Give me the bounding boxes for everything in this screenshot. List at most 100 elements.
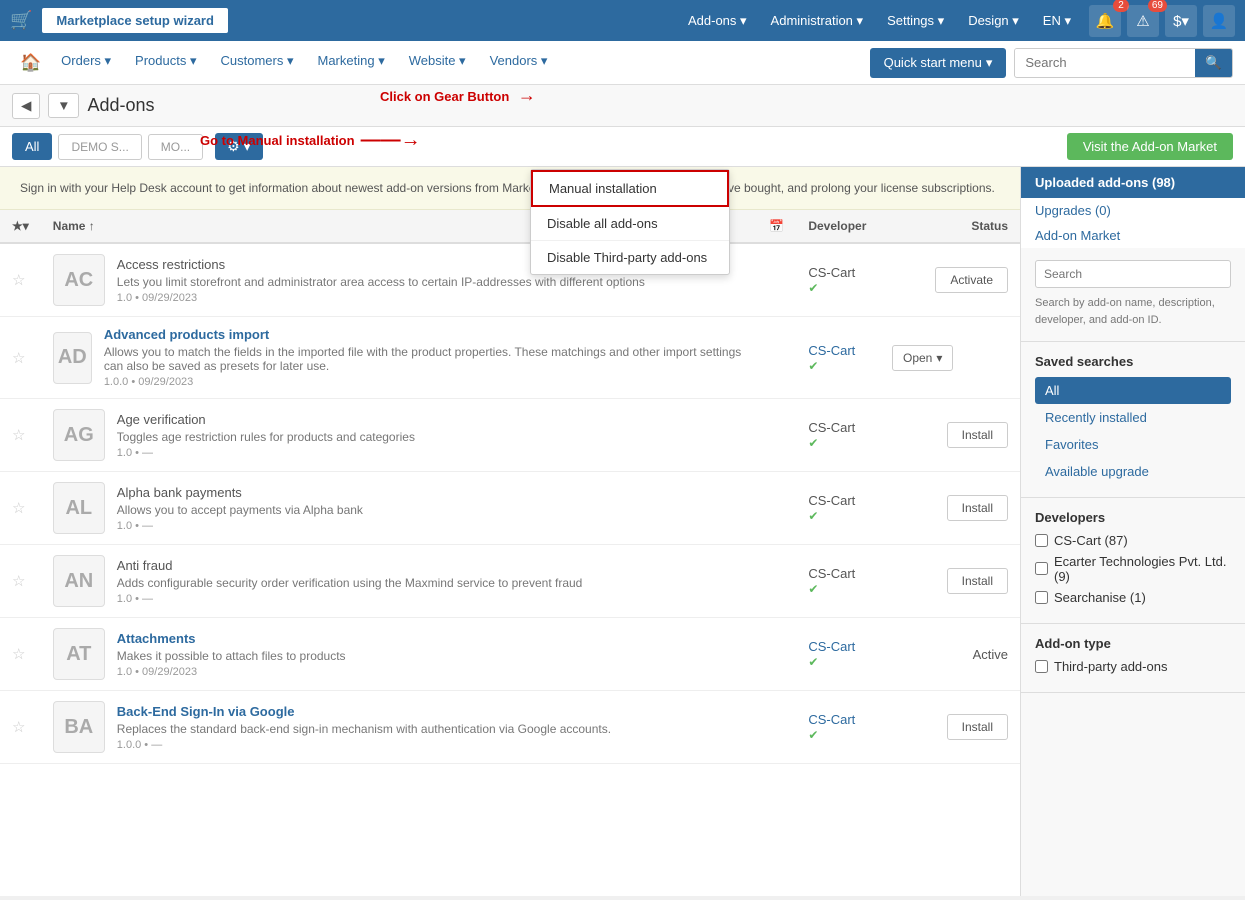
developer-cell: CS-Cart ✔ [796, 618, 880, 691]
addon-description: Toggles age restriction rules for produc… [117, 430, 415, 444]
verified-icon: ✔ [808, 359, 818, 373]
dropdown-disable-all[interactable]: Disable all add-ons [531, 207, 729, 241]
nav-addons[interactable]: Add-ons ▾ [678, 8, 757, 34]
addon-status-button[interactable]: Activate [935, 267, 1008, 293]
filter-all-button[interactable]: All [12, 133, 52, 160]
search-button[interactable]: 🔍 [1195, 49, 1232, 77]
nav-design[interactable]: Design ▾ [958, 8, 1029, 34]
favorite-star-button[interactable]: ☆ [12, 718, 25, 736]
uploaded-addons-header[interactable]: Uploaded add-ons (98) [1021, 167, 1245, 198]
developer-link[interactable]: CS-Cart ✔ [808, 712, 855, 742]
addon-description: Allows you to accept payments via Alpha … [117, 503, 363, 517]
developer-ecarter-checkbox[interactable] [1035, 562, 1048, 575]
nav-administration[interactable]: Administration ▾ [761, 8, 874, 34]
status-cell: Install [880, 545, 1020, 618]
favorite-star-button[interactable]: ☆ [12, 271, 25, 289]
addon-market-link[interactable]: Add-on Market [1021, 223, 1245, 248]
developer-link[interactable]: CS-Cart ✔ [808, 639, 855, 669]
content-area: Sign in with your Help Desk account to g… [0, 167, 1020, 896]
star-cell: ☆ [0, 691, 41, 764]
dropdown-disable-third-party[interactable]: Disable Third-party add-ons [531, 241, 729, 274]
col-star: ★▾ [0, 210, 41, 243]
addon-version: 1.0.0 • 09/29/2023 [104, 376, 746, 388]
status-cell: Activate [880, 243, 1020, 317]
addon-name: Age verification [117, 412, 415, 427]
saved-search-recently-installed[interactable]: Recently installed [1035, 404, 1231, 431]
top-navigation: 🛒 Marketplace setup wizard Add-ons ▾ Adm… [0, 0, 1245, 41]
verified-icon: ✔ [808, 728, 818, 742]
star-cell: ☆ [0, 472, 41, 545]
developer-name: CS-Cart ✔ [808, 566, 855, 596]
star-cell: ☆ [0, 545, 41, 618]
filter-demo-mo-button[interactable]: MO... [148, 134, 203, 160]
status-cell: Open ▾ [880, 317, 1020, 399]
uploaded-addons-label: Uploaded add-ons (98) [1035, 175, 1175, 190]
quick-start-button[interactable]: Quick start menu ▾ [870, 48, 1007, 78]
dropdown-manual-install[interactable]: Manual installation [531, 170, 729, 207]
filter-bar: Click on Gear Button → All DEMO S... MO.… [0, 127, 1245, 167]
developer-searchanise-label: Searchanise (1) [1054, 590, 1146, 605]
menu-button[interactable]: ▼ [48, 93, 79, 118]
saved-searches-title: Saved searches [1035, 354, 1231, 369]
favorite-star-button[interactable]: ☆ [12, 349, 25, 367]
addon-logo: AC [53, 254, 105, 306]
calendar-cell [757, 399, 796, 472]
back-button[interactable]: ◀ [12, 93, 40, 119]
saved-search-available-upgrade[interactable]: Available upgrade [1035, 458, 1231, 485]
sidebar-search-input[interactable] [1035, 260, 1231, 288]
marketplace-wizard-button[interactable]: Marketplace setup wizard [42, 8, 228, 33]
nav-vendors[interactable]: Vendors ▾ [478, 41, 560, 85]
addon-name[interactable]: Advanced products import [104, 327, 746, 342]
addon-status-button[interactable]: Install [947, 714, 1008, 740]
table-row: ☆ADAdvanced products importAllows you to… [0, 317, 1020, 399]
gear-dropdown-menu: Manual installation Disable all add-ons … [530, 169, 730, 275]
star-sort-icon: ★▾ [12, 219, 29, 233]
addon-open-button[interactable]: Open ▾ [892, 345, 953, 371]
signin-banner: Sign in with your Help Desk account to g… [0, 167, 1020, 210]
signin-banner-text: Sign in with your Help Desk account to g… [20, 181, 995, 195]
nav-lang[interactable]: EN ▾ [1033, 8, 1081, 34]
addon-status-button[interactable]: Install [947, 495, 1008, 521]
developer-ecarter: Ecarter Technologies Pvt. Ltd. (9) [1035, 554, 1231, 584]
addon-status-button[interactable]: Install [947, 422, 1008, 448]
addon-status-button[interactable]: Install [947, 568, 1008, 594]
developer-link[interactable]: CS-Cart ✔ [808, 343, 855, 373]
filter-demo-s-button[interactable]: DEMO S... [58, 134, 141, 160]
nav-products[interactable]: Products ▾ [123, 41, 208, 85]
addon-logo: AG [53, 409, 105, 461]
favorite-star-button[interactable]: ☆ [12, 572, 25, 590]
third-party-checkbox[interactable] [1035, 660, 1048, 673]
sidebar: Uploaded add-ons (98) Upgrades (0) Add-o… [1020, 167, 1245, 896]
home-button[interactable]: 🏠 [12, 53, 49, 73]
favorite-star-button[interactable]: ☆ [12, 645, 25, 663]
saved-search-favorites[interactable]: Favorites [1035, 431, 1231, 458]
developer-cs-cart-checkbox[interactable] [1035, 534, 1048, 547]
nav-marketing[interactable]: Marketing ▾ [306, 41, 397, 85]
user-button[interactable]: 👤 [1203, 5, 1235, 37]
verified-icon: ✔ [808, 509, 818, 523]
developer-searchanise-checkbox[interactable] [1035, 591, 1048, 604]
nav-orders[interactable]: Orders ▾ [49, 41, 123, 85]
addon-logo: BA [53, 701, 105, 753]
col-calendar: 📅 [757, 210, 796, 243]
visit-market-button[interactable]: Visit the Add-on Market [1067, 133, 1233, 160]
nav-website[interactable]: Website ▾ [397, 41, 478, 85]
addon-name[interactable]: Attachments [117, 631, 346, 646]
search-input[interactable] [1015, 49, 1195, 76]
gear-dropdown-button[interactable]: ⚙ ▾ [215, 133, 262, 160]
developer-name: CS-Cart ✔ [808, 420, 855, 450]
addon-table: ★▾ Name ↑ 📅 Developer Status ☆ACAccess r… [0, 210, 1020, 764]
developer-ecarter-label: Ecarter Technologies Pvt. Ltd. (9) [1054, 554, 1231, 584]
currency-button[interactable]: $▾ [1165, 5, 1197, 37]
addon-info-cell: BABack-End Sign-In via GoogleReplaces th… [41, 691, 758, 763]
saved-search-all[interactable]: All [1035, 377, 1231, 404]
favorite-star-button[interactable]: ☆ [12, 499, 25, 517]
addon-name[interactable]: Back-End Sign-In via Google [117, 704, 611, 719]
star-cell: ☆ [0, 317, 41, 399]
cart-icon[interactable]: 🛒 [10, 10, 32, 31]
upgrades-link[interactable]: Upgrades (0) [1021, 198, 1245, 223]
nav-settings[interactable]: Settings ▾ [877, 8, 954, 34]
nav-customers[interactable]: Customers ▾ [209, 41, 306, 85]
addon-info-cell: AG Age verification Toggles age restrictio… [41, 399, 758, 471]
favorite-star-button[interactable]: ☆ [12, 426, 25, 444]
